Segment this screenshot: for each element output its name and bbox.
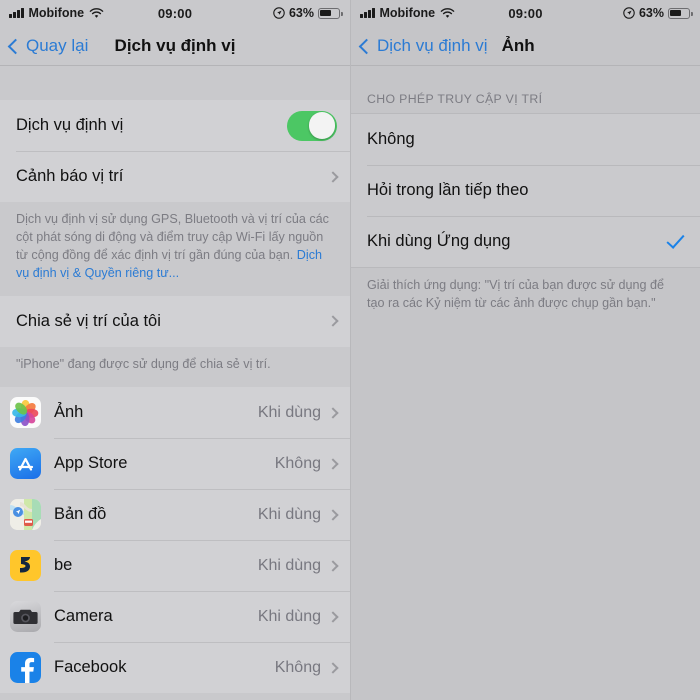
- battery-percent-label: 63%: [288, 6, 314, 20]
- option-while-using-app-label: Khi dùng Ứng dụng: [367, 232, 511, 250]
- option-while-using-app[interactable]: Khi dùng Ứng dụng: [351, 216, 700, 267]
- status-bar-right: Mobifone 09:00 63%: [351, 0, 700, 26]
- row-location-services-label: Dịch vụ định vị: [16, 116, 124, 134]
- chevron-right-icon: [327, 458, 339, 470]
- app-permissions-list: Ảnh Khi dùng App Store Không Bản đồ Khi …: [0, 387, 350, 694]
- app-row-app-store-value: Không: [274, 454, 321, 472]
- dual-screenshot-container: Mobifone 09:00 63% Quay lại Dịch vụ định…: [0, 0, 700, 700]
- section-header-allow-location-access: CHO PHÉP TRUY CẬP VỊ TRÍ: [367, 92, 543, 106]
- be-icon: [10, 550, 41, 582]
- row-share-my-location-label: Chia sẻ vị trí của tôi: [16, 311, 161, 330]
- row-location-services[interactable]: Dịch vụ định vị: [0, 100, 350, 151]
- back-button-label: Quay lại: [26, 36, 89, 55]
- checkmark-icon: [666, 230, 685, 249]
- status-bar-right-group: 63%: [623, 6, 693, 20]
- option-ask-next-time-label: Hỏi trong lần tiếp theo: [367, 181, 529, 199]
- location-services-footer: Dịch vụ định vị sử dụng GPS, Bluetooth v…: [0, 202, 350, 296]
- chevron-left-icon: [358, 38, 375, 54]
- chevron-right-icon: [327, 407, 339, 419]
- app-row-camera-label: Camera: [54, 607, 113, 626]
- location-services-footer-text: Dịch vụ định vị sử dụng GPS, Bluetooth v…: [16, 212, 329, 262]
- location-arrow-icon: [273, 7, 285, 19]
- app-row-be[interactable]: be Khi dùng: [0, 540, 350, 592]
- option-ask-next-time[interactable]: Hỏi trong lần tiếp theo: [351, 165, 700, 216]
- chevron-right-icon: [327, 662, 339, 674]
- app-row-photos[interactable]: Ảnh Khi dùng: [0, 387, 350, 439]
- battery-icon: [318, 7, 343, 19]
- app-row-maps-value: Khi dùng: [257, 505, 321, 523]
- nav-bar-right: Dịch vụ định vị Ảnh: [351, 26, 700, 66]
- chevron-right-icon: [327, 509, 339, 521]
- app-row-app-store-label: App Store: [54, 454, 128, 473]
- chevron-right-icon: [327, 170, 339, 183]
- app-row-camera[interactable]: Camera Khi dùng: [0, 591, 350, 643]
- back-button-label: Dịch vụ định vị: [377, 36, 488, 55]
- location-access-options-group: Không Hỏi trong lần tiếp theo Khi dùng Ứ…: [351, 114, 700, 267]
- share-location-note: "iPhone" đang được sử dụng để chia sẻ vị…: [16, 356, 271, 371]
- status-bar-left: Mobifone 09:00 63%: [0, 0, 350, 26]
- battery-percent-label: 63%: [638, 6, 664, 20]
- row-location-alerts-label: Cảnh báo vị trí: [16, 167, 124, 185]
- app-row-be-label: be: [54, 556, 73, 575]
- chevron-right-icon: [327, 315, 339, 327]
- share-location-group: Chia sẻ vị trí của tôi: [0, 295, 350, 347]
- facebook-icon: [10, 652, 41, 684]
- row-share-my-location[interactable]: Chia sẻ vị trí của tôi: [0, 295, 350, 347]
- app-row-facebook-value: Không: [274, 658, 321, 676]
- app-row-be-value: Khi dùng: [257, 556, 321, 574]
- app-row-app-store[interactable]: App Store Không: [0, 438, 350, 490]
- back-button[interactable]: Quay lại: [7, 36, 89, 56]
- app-row-photos-value: Khi dùng: [257, 403, 321, 421]
- battery-icon: [668, 7, 693, 19]
- top-spacer: [0, 66, 350, 100]
- back-button[interactable]: Dịch vụ định vị: [358, 36, 488, 56]
- option-never[interactable]: Không: [351, 114, 700, 165]
- location-services-group: Dịch vụ định vị Cảnh báo vị trí: [0, 100, 350, 202]
- row-location-alerts[interactable]: Cảnh báo vị trí: [0, 151, 350, 202]
- photos-icon: [10, 397, 41, 429]
- location-arrow-icon: [623, 7, 635, 19]
- app-row-maps-label: Bản đồ: [54, 505, 107, 524]
- camera-icon: [10, 601, 41, 633]
- app-row-facebook[interactable]: Facebook Không: [0, 642, 350, 694]
- chevron-right-icon: [327, 611, 339, 623]
- location-services-toggle[interactable]: [287, 110, 337, 141]
- option-never-label: Không: [367, 130, 415, 148]
- app-row-camera-value: Khi dùng: [257, 607, 321, 625]
- page-title: Ảnh: [501, 36, 535, 55]
- nav-bar-left: Quay lại Dịch vụ định vị: [0, 26, 350, 66]
- app-row-facebook-label: Facebook: [54, 658, 127, 677]
- status-bar-right-group: 63%: [273, 6, 343, 20]
- app-row-photos-label: Ảnh: [54, 403, 84, 422]
- app-explanation-footer: Giải thích ứng dụng: "Vị trí của bạn đượ…: [367, 278, 665, 310]
- left-screen: Mobifone 09:00 63% Quay lại Dịch vụ định…: [0, 0, 350, 700]
- chevron-right-icon: [327, 560, 339, 572]
- right-screen: Mobifone 09:00 63% Dịch vụ định vị Ảnh C…: [350, 0, 700, 700]
- app-row-maps[interactable]: Bản đồ Khi dùng: [0, 489, 350, 541]
- app-store-icon: [10, 448, 41, 480]
- chevron-left-icon: [7, 38, 24, 54]
- maps-icon: [10, 499, 41, 531]
